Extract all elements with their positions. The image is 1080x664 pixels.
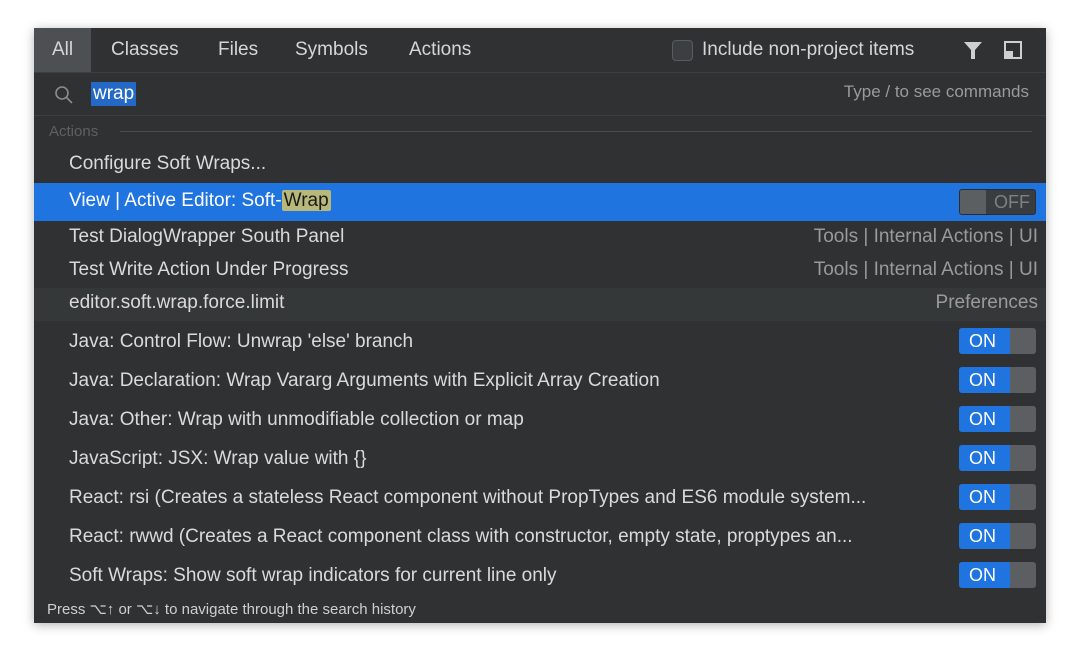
- row-label-prefix: View | Active Editor: Soft-: [69, 190, 282, 211]
- row-label: React: rsi (Creates a stateless React co…: [69, 487, 867, 508]
- result-row[interactable]: Java: Other: Wrap with unmodifiable coll…: [34, 406, 1046, 442]
- result-row[interactable]: editor.soft.wrap.force.limit Preferences: [34, 288, 1046, 321]
- result-row-selected[interactable]: View | Active Editor: Soft- Wrap OFF: [34, 183, 1046, 221]
- row-location: Tools | Internal Actions | UI: [813, 259, 1038, 280]
- row-label: View | Active Editor: Soft- Wrap: [69, 190, 331, 212]
- tab-actions[interactable]: Actions: [409, 28, 471, 72]
- include-non-project-checkbox[interactable]: [672, 40, 693, 61]
- row-label: React: rwwd (Creates a React component c…: [69, 526, 853, 547]
- row-label: editor.soft.wrap.force.limit: [69, 292, 285, 313]
- toggle-switch[interactable]: ON: [959, 445, 1036, 471]
- toggle-knob: [960, 190, 986, 214]
- result-row[interactable]: Soft Wraps: Show soft wrap indicators fo…: [34, 562, 1046, 598]
- row-label: Test Write Action Under Progress: [69, 259, 349, 280]
- row-location: Tools | Internal Actions | UI: [813, 226, 1038, 247]
- match-highlight: Wrap: [281, 190, 331, 211]
- row-label: Configure Soft Wraps...: [69, 153, 267, 174]
- result-row[interactable]: Configure Soft Wraps...: [34, 153, 1046, 181]
- toggle-label: ON: [959, 484, 1010, 510]
- search-everywhere-popup: All Classes Files Symbols Actions Includ…: [34, 28, 1046, 623]
- result-row[interactable]: React: rsi (Creates a stateless React co…: [34, 484, 1046, 520]
- search-icon: [55, 86, 73, 104]
- toggle-switch[interactable]: ON: [959, 328, 1036, 354]
- row-location: Preferences: [935, 292, 1038, 313]
- include-non-project-label[interactable]: Include non-project items: [702, 28, 914, 72]
- toggle-switch[interactable]: ON: [959, 367, 1036, 393]
- row-label: Java: Control Flow: Unwrap 'else' branch: [69, 331, 414, 352]
- toggle-label: ON: [959, 328, 1010, 354]
- toggle-label: ON: [959, 562, 1010, 588]
- result-row[interactable]: JavaScript: JSX: Wrap value with {} ON: [34, 445, 1046, 481]
- tab-bar: All Classes Files Symbols Actions Includ…: [34, 28, 1046, 73]
- toggle-label: ON: [959, 367, 1010, 393]
- search-bar: wrap Type / to see commands: [34, 73, 1046, 116]
- result-row[interactable]: Test DialogWrapper South Panel Tools | In…: [34, 226, 1046, 254]
- toggle-switch[interactable]: ON: [959, 562, 1036, 588]
- toggle-label: ON: [959, 445, 1010, 471]
- search-input[interactable]: wrap: [91, 82, 137, 106]
- search-hint: Type / to see commands: [843, 82, 1029, 101]
- result-row[interactable]: Java: Declaration: Wrap Vararg Arguments…: [34, 367, 1046, 403]
- tab-files[interactable]: Files: [218, 28, 258, 72]
- row-label: Test DialogWrapper South Panel: [69, 226, 345, 247]
- toggle-switch[interactable]: ON: [959, 484, 1036, 510]
- toggle-switch[interactable]: OFF: [959, 189, 1036, 215]
- tab-all[interactable]: All: [34, 28, 92, 72]
- result-row[interactable]: React: rwwd (Creates a React component c…: [34, 523, 1046, 559]
- result-row[interactable]: Java: Control Flow: Unwrap 'else' branch…: [34, 328, 1046, 364]
- row-label: Soft Wraps: Show soft wrap indicators fo…: [69, 565, 557, 586]
- tab-symbols[interactable]: Symbols: [295, 28, 368, 72]
- toggle-label: ON: [959, 406, 1010, 432]
- section-header-actions: Actions: [49, 123, 99, 140]
- tab-classes[interactable]: Classes: [111, 28, 179, 72]
- toggle-label: OFF: [994, 192, 1030, 212]
- toggle-label: ON: [959, 523, 1010, 549]
- row-label: JavaScript: JSX: Wrap value with {}: [69, 448, 367, 469]
- row-label: Java: Declaration: Wrap Vararg Arguments…: [69, 370, 660, 391]
- result-row[interactable]: Test Write Action Under Progress Tools | …: [34, 259, 1046, 287]
- section-divider: [120, 131, 1032, 132]
- footer-hint: Press ⌥↑ or ⌥↓ to navigate through the s…: [47, 601, 416, 618]
- toggle-switch[interactable]: ON: [959, 523, 1036, 549]
- toggle-switch[interactable]: ON: [959, 406, 1036, 432]
- open-in-tool-window-icon[interactable]: [1004, 41, 1022, 59]
- row-label: Java: Other: Wrap with unmodifiable coll…: [69, 409, 524, 430]
- filter-icon[interactable]: [963, 41, 983, 60]
